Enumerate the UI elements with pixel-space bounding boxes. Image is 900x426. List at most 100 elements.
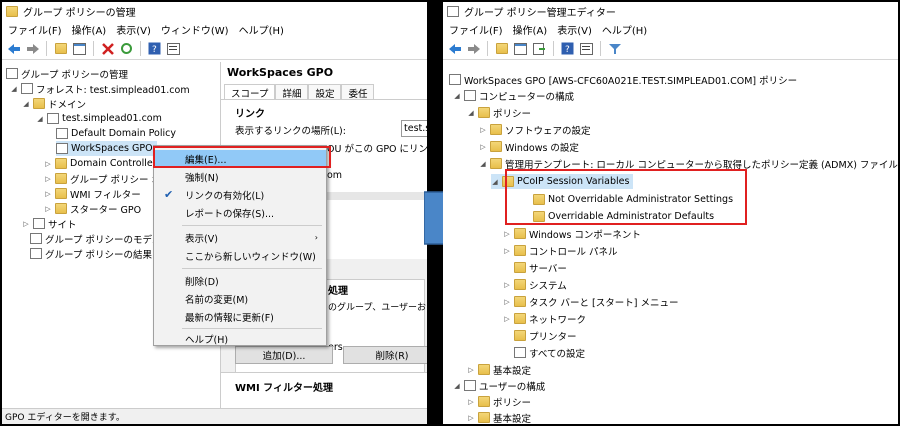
expand-icon[interactable]: ▷ xyxy=(44,205,52,213)
collapse-icon[interactable]: ◢ xyxy=(467,109,475,117)
tree-domain[interactable]: ◢ test.simplead01.com xyxy=(36,111,162,126)
expand-icon[interactable]: ▷ xyxy=(503,298,511,306)
tree-domains[interactable]: ◢ ドメイン xyxy=(22,96,86,111)
menu-item-refresh[interactable]: 最新の情報に更新(F) xyxy=(154,308,326,325)
menu-item-help[interactable]: ヘルプ(H) xyxy=(154,330,326,347)
menu-view[interactable]: 表示(V) xyxy=(557,22,592,37)
menu-item-edit[interactable]: 編集(E)... xyxy=(154,150,326,167)
expand-icon[interactable]: ▷ xyxy=(467,414,475,422)
tree-control-panel[interactable]: ▷ コントロール パネル xyxy=(503,243,618,258)
back-icon[interactable] xyxy=(6,41,21,56)
tree-computer-config[interactable]: ◢ コンピューターの構成 xyxy=(453,88,574,103)
menu-action[interactable]: 操作(A) xyxy=(72,22,107,37)
tree-gp-results[interactable]: グループ ポリシーの結果 xyxy=(30,246,152,261)
tree-server[interactable]: サーバー xyxy=(514,260,567,275)
expand-icon[interactable]: ▷ xyxy=(503,281,511,289)
tree-wmi-filters[interactable]: ▷ WMI フィルター xyxy=(44,186,141,201)
properties-icon[interactable] xyxy=(166,41,181,56)
tree-gpm-root[interactable]: グループ ポリシーの管理 xyxy=(6,66,128,81)
tree-taskbar-start[interactable]: ▷ タスク バーと [スタート] メニュー xyxy=(503,294,678,309)
collapse-icon[interactable]: ◢ xyxy=(453,382,461,390)
menu-help[interactable]: ヘルプ(H) xyxy=(239,22,284,37)
tree-user-policies[interactable]: ▷ ポリシー xyxy=(467,394,531,409)
tree-gpo-root[interactable]: WorkSpaces GPO [AWS-CFC60A021E.TEST.SIMP… xyxy=(449,72,797,87)
expand-icon[interactable]: ▷ xyxy=(467,398,475,406)
tree-preferences-computer[interactable]: ▷ 基本設定 xyxy=(467,362,531,377)
help-icon[interactable]: ? xyxy=(560,41,575,56)
tab-settings[interactable]: 設定 xyxy=(308,84,342,100)
menu-item-link-enabled[interactable]: ✔ リンクの有効化(L) xyxy=(154,186,326,203)
tree-pcoip-session-variables[interactable]: ◢ PCoIP Session Variables xyxy=(491,174,634,189)
tree-sites[interactable]: ▷ サイト xyxy=(22,216,77,231)
menu-item-view[interactable]: 表示(V) › xyxy=(154,229,326,246)
help-icon[interactable]: ? xyxy=(147,41,162,56)
tree-default-domain-policy[interactable]: Default Domain Policy xyxy=(56,126,176,141)
tree-workspaces-gpo[interactable]: WorkSpaces GPO xyxy=(56,141,157,156)
tab-delegation[interactable]: 委任 xyxy=(341,84,375,100)
export-list-icon[interactable] xyxy=(532,41,547,56)
tree-admin-templates[interactable]: ◢ 管理用テンプレート: ローカル コンピューターから取得したポリシー定義 (A… xyxy=(479,156,898,171)
tree-system[interactable]: ▷ システム xyxy=(503,277,567,292)
tree-overridable-defaults[interactable]: Overridable Administrator Defaults xyxy=(533,209,714,224)
refresh-icon[interactable] xyxy=(119,41,134,56)
tree-preferences-user[interactable]: ▷ 基本設定 xyxy=(467,410,531,424)
tree-all-settings[interactable]: すべての設定 xyxy=(514,345,585,360)
collapse-icon[interactable]: ◢ xyxy=(10,85,18,93)
tree-printers[interactable]: プリンター xyxy=(514,328,577,343)
remove-button[interactable]: 削除(R) xyxy=(343,346,427,364)
tree-user-config[interactable]: ◢ ユーザーの構成 xyxy=(453,378,545,393)
tree-windows-components[interactable]: ▷ Windows コンポーネント xyxy=(503,226,641,241)
menu-help[interactable]: ヘルプ(H) xyxy=(602,22,647,37)
properties-icon[interactable] xyxy=(579,41,594,56)
filter-icon[interactable] xyxy=(607,41,622,56)
menu-file[interactable]: ファイル(F) xyxy=(449,22,503,37)
folder-icon xyxy=(490,158,502,169)
menu-action[interactable]: 操作(A) xyxy=(513,22,548,37)
menu-item-rename[interactable]: 名前の変更(M) xyxy=(154,290,326,307)
add-button[interactable]: 追加(D)... xyxy=(235,346,333,364)
menu-item-delete[interactable]: 削除(D) xyxy=(154,272,326,289)
tree-windows-settings[interactable]: ▷ Windows の設定 xyxy=(479,139,579,154)
collapse-icon[interactable]: ◢ xyxy=(453,92,461,100)
expand-icon[interactable]: ▷ xyxy=(22,220,30,228)
tab-details[interactable]: 詳細 xyxy=(275,84,309,100)
tree-forest[interactable]: ◢ フォレスト: test.simplead01.com xyxy=(10,81,190,96)
console-tree-icon[interactable] xyxy=(72,41,87,56)
expand-icon[interactable]: ▷ xyxy=(479,126,487,134)
collapse-icon[interactable]: ◢ xyxy=(22,100,30,108)
tree-starter-gpo[interactable]: ▷ スターター GPO xyxy=(44,201,141,216)
menu-window[interactable]: ウィンドウ(W) xyxy=(161,22,229,37)
menu-item-new-window[interactable]: ここから新しいウィンドウ(W) xyxy=(154,247,326,264)
expand-icon[interactable]: ▷ xyxy=(503,247,511,255)
collapse-icon[interactable]: ◢ xyxy=(36,115,44,123)
up-folder-icon[interactable] xyxy=(53,41,68,56)
tree-software-settings[interactable]: ▷ ソフトウェアの設定 xyxy=(479,122,591,137)
forward-icon[interactable] xyxy=(25,41,40,56)
tree-domain-controllers[interactable]: ▷ Domain Controlle xyxy=(44,156,153,171)
tree-gpo-objects[interactable]: ▷ グループ ポリシー オブ xyxy=(44,171,170,186)
expand-icon[interactable]: ▷ xyxy=(467,366,475,374)
tree-not-overridable-settings[interactable]: Not Overridable Administrator Settings xyxy=(533,192,733,207)
up-folder-icon[interactable] xyxy=(494,41,509,56)
tab-scope[interactable]: スコープ xyxy=(224,84,276,100)
expand-icon[interactable]: ▷ xyxy=(44,175,52,183)
console-tree-icon[interactable] xyxy=(513,41,528,56)
menu-item-save-report[interactable]: レポートの保存(S)... xyxy=(154,204,326,221)
expand-icon[interactable]: ▷ xyxy=(503,230,511,238)
tree-policies[interactable]: ◢ ポリシー xyxy=(467,105,531,120)
delete-icon[interactable] xyxy=(100,41,115,56)
list-scrollbar[interactable] xyxy=(327,192,427,200)
forward-icon[interactable] xyxy=(466,41,481,56)
expand-icon[interactable]: ▷ xyxy=(479,143,487,151)
menu-file[interactable]: ファイル(F) xyxy=(8,22,62,37)
collapse-icon[interactable]: ◢ xyxy=(491,178,499,186)
back-icon[interactable] xyxy=(447,41,462,56)
expand-icon[interactable]: ▷ xyxy=(44,190,52,198)
tree-network[interactable]: ▷ ネットワーク xyxy=(503,311,586,326)
link-location-select[interactable]: test.simp xyxy=(401,120,427,137)
menu-item-enforce[interactable]: 強制(N) xyxy=(154,168,326,185)
expand-icon[interactable]: ▷ xyxy=(44,160,52,168)
expand-icon[interactable]: ▷ xyxy=(503,315,511,323)
collapse-icon[interactable]: ◢ xyxy=(479,160,487,168)
menu-view[interactable]: 表示(V) xyxy=(116,22,151,37)
